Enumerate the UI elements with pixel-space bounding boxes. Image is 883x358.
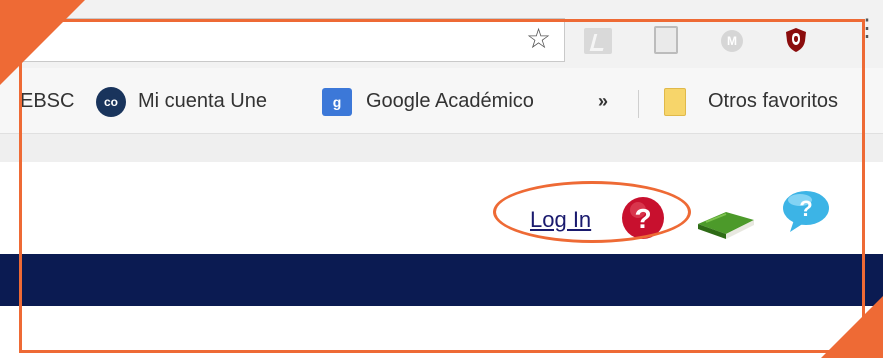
screenshot-frame: ☆ M ⋮ EBSC co Mi cuenta Une g Google Acadé… xyxy=(0,0,883,358)
corner-decoration-top-left xyxy=(0,0,85,85)
login-highlight-ellipse xyxy=(493,181,691,243)
annotation-border xyxy=(19,19,865,353)
corner-decoration-bottom-right xyxy=(821,296,883,358)
